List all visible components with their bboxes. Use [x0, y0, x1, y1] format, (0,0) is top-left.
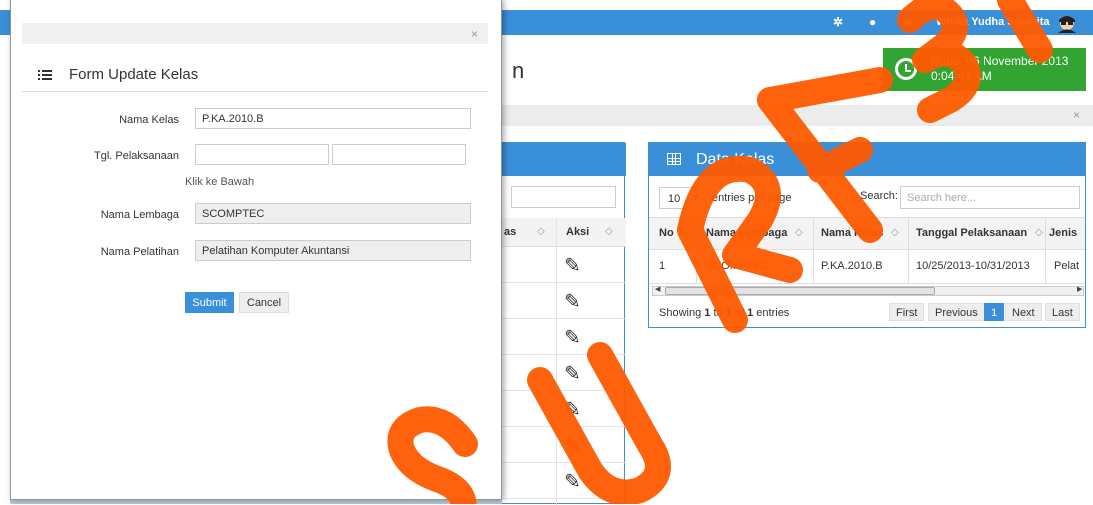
label-nama-pelatihan: Nama Pelatihan	[100, 246, 179, 258]
scroll-left-icon[interactable]: ◀	[655, 285, 660, 293]
clock-icon	[895, 58, 917, 80]
per-page-select[interactable]: 10 ▼	[659, 187, 706, 209]
showing-suffix: entries	[753, 307, 790, 319]
column-header-jenis[interactable]: Jenis	[1049, 227, 1077, 239]
clock-time: 0:04:44 AM	[931, 69, 992, 83]
modal-header: ×	[22, 23, 488, 44]
tgl-start-input[interactable]	[195, 144, 329, 165]
left-widget: as ◇ Aksi ◇ ✎ ✎ ✎ ✎ ✎ ✎ ✎	[500, 142, 626, 505]
table-icon	[667, 153, 681, 165]
list-icon	[38, 69, 52, 80]
per-page-value: 10	[668, 193, 681, 205]
nama-kelas-input[interactable]	[195, 108, 471, 129]
cell-jenis: Pelat	[1054, 260, 1080, 272]
sort-icon[interactable]: ◇	[795, 227, 803, 238]
user-name[interactable]: Whika Yudha Sasmita	[936, 10, 1050, 35]
cell-no: 1	[659, 260, 666, 272]
showing-to-word: to	[710, 307, 726, 319]
pagination-first[interactable]: First	[889, 303, 925, 321]
gear-icon[interactable]: ✲	[833, 10, 843, 35]
sort-icon[interactable]: ◇	[605, 226, 613, 237]
column-header[interactable]: as	[504, 226, 516, 238]
date-hint: Klik ke Bawah	[185, 176, 255, 188]
pencil-icon[interactable]: ✎	[564, 397, 581, 422]
column-header-no[interactable]: No	[659, 227, 674, 239]
cell-tanggal: 10/25/2013-10/31/2013	[916, 260, 1030, 272]
showing-of-word: of	[731, 307, 748, 319]
pencil-icon[interactable]: ✎	[564, 469, 581, 494]
cell-lembaga: SCOMPTEC	[706, 260, 769, 272]
cell-kelas: P.KA.2010.B	[821, 260, 883, 272]
scroll-right-icon[interactable]: ▶	[1077, 285, 1082, 293]
label-tgl-pelaksanaan: Tgl. Pelaksanaan	[94, 150, 179, 162]
table-row: ✎	[501, 283, 626, 319]
table-row: ✎	[501, 391, 626, 427]
scrollbar-thumb[interactable]	[665, 287, 935, 295]
search-input[interactable]	[900, 186, 1080, 209]
widget-title: Data Kelas	[696, 151, 775, 168]
column-header-lembaga[interactable]: Nama Lembaga	[706, 227, 787, 239]
column-header-tanggal[interactable]: Tanggal Pelaksanaan	[916, 227, 1027, 239]
sort-icon[interactable]: ▲	[680, 227, 690, 238]
clock-date: Rabu, 06 November 2013	[931, 54, 1069, 68]
table-row: ✎	[501, 463, 626, 499]
lock-icon[interactable]: ■	[904, 10, 911, 35]
close-icon[interactable]: ×	[471, 27, 478, 41]
search-label: Search:	[860, 190, 898, 202]
widget-header: Data Kelas	[649, 143, 1085, 176]
cancel-button[interactable]: Cancel	[239, 292, 289, 313]
sort-icon[interactable]: ◇	[1035, 227, 1043, 238]
table-row: ✎	[501, 427, 626, 463]
breadcrumb: ×	[500, 105, 1093, 126]
showing-prefix: Showing	[659, 307, 705, 319]
pencil-icon[interactable]: ✎	[564, 361, 581, 386]
avatar[interactable]	[1056, 13, 1078, 33]
nama-pelatihan-input[interactable]	[195, 240, 471, 261]
table-row: ✎	[501, 319, 626, 355]
clock-panel: Rabu, 06 November 2013 0:04:44 AM	[883, 48, 1086, 91]
tgl-end-input[interactable]	[332, 144, 466, 165]
pencil-icon[interactable]: ✎	[564, 253, 581, 278]
nama-lembaga-input[interactable]	[195, 203, 471, 224]
sort-icon[interactable]: ◇	[537, 226, 545, 237]
close-icon[interactable]: ×	[1073, 108, 1080, 122]
pencil-icon[interactable]: ✎	[564, 325, 581, 350]
label-nama-kelas: Nama Kelas	[119, 114, 179, 126]
horizontal-scrollbar[interactable]: ◀ ▶	[652, 286, 1084, 296]
left-search-input[interactable]	[511, 186, 616, 208]
per-page-label: entries per page	[712, 192, 792, 204]
caret-down-icon: ▼	[692, 193, 700, 202]
left-table-header: as ◇ Aksi ◇	[501, 218, 626, 247]
table-row: ✎	[501, 247, 626, 283]
page-title: n	[512, 58, 525, 83]
column-header-kelas[interactable]: Nama Kelas	[821, 227, 883, 239]
submit-button[interactable]: Submit	[185, 292, 234, 313]
column-header-aksi[interactable]: Aksi	[566, 226, 589, 238]
drop-icon[interactable]: ●	[869, 10, 876, 35]
pencil-icon[interactable]: ✎	[564, 289, 581, 314]
left-widget-header	[501, 143, 626, 176]
pencil-icon[interactable]: ✎	[564, 433, 581, 458]
showing-info: Showing 1 to 1 of 1 entries	[659, 307, 789, 319]
divider	[22, 91, 488, 92]
pagination-previous[interactable]: Previous	[928, 303, 985, 321]
data-kelas-widget: Data Kelas 10 ▼ entries per page Search:…	[648, 142, 1086, 328]
sort-icon[interactable]: ◇	[891, 227, 899, 238]
pagination-current[interactable]: 1	[984, 303, 1005, 321]
form-title: Form Update Kelas	[69, 66, 199, 83]
label-nama-lembaga: Nama Lembaga	[100, 209, 179, 221]
pagination-next[interactable]: Next	[1005, 303, 1042, 321]
table-row: ✎	[501, 355, 626, 391]
pagination-last[interactable]: Last	[1045, 303, 1080, 321]
